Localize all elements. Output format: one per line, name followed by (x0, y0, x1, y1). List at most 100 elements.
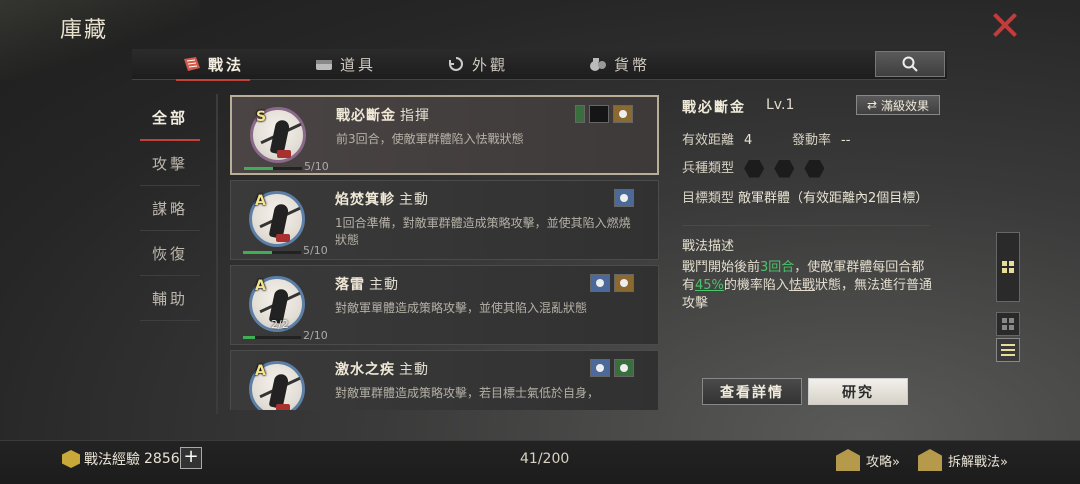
footer-bar: 戰法經驗 2856 + 41/200 攻略» 拆解戰法» (0, 440, 1080, 484)
troop-icon (614, 274, 634, 292)
view-toggle-panel[interactable] (996, 232, 1020, 302)
strategy-guide-link[interactable]: 攻略» (836, 449, 900, 471)
tactic-card[interactable]: A 2/2 2/10 落雷 主動 對敵軍單體造成策略攻擊，並使其陷入混亂狀態 (230, 265, 659, 345)
card-description: 對敵軍群體造成策略攻擊，若目標士氣低於自身， (335, 386, 600, 400)
grade-badge: S (256, 109, 267, 125)
sidebar-item-strategy[interactable]: 謀略 (140, 186, 200, 231)
list-view-button[interactable] (996, 338, 1020, 362)
avatar-count: 2/2 (271, 318, 289, 331)
decompose-icon (918, 449, 942, 471)
card-name: 落雷 (335, 277, 365, 293)
troop-icon (613, 105, 633, 123)
swap-icon: ⇄ (866, 98, 878, 112)
page-title: 庫藏 (60, 18, 109, 43)
grade-badge: A (255, 193, 266, 209)
tactic-card[interactable]: A 5/10 焰焚箕軫 主動 1回合準備，對敵軍群體造成策略攻擊，並使其陷入燃燒狀… (230, 180, 659, 260)
sidebar-item-all[interactable]: 全部 (140, 96, 200, 141)
add-exp-button[interactable]: + (180, 447, 202, 469)
rate-row: 發動率 -- (792, 129, 850, 148)
highlight-rounds: 3回合 (760, 260, 795, 275)
tactic-list[interactable]: S 5/10 戰必斷金 指揮 前3回合，使敵軍群體陷入怯戰狀態 A 5/10 焰焚… (230, 95, 661, 410)
tactic-card[interactable]: A 激水之疾 主動 對敵軍群體造成策略攻擊，若目標士氣低於自身， (230, 350, 659, 410)
guide-icon (836, 449, 860, 471)
study-button[interactable]: 研究 (808, 378, 908, 405)
search-button[interactable] (875, 51, 945, 77)
card-title: 激水之疾 主動 (335, 359, 429, 379)
grade-badge: A (255, 363, 266, 379)
rate-label: 發動率 (792, 133, 832, 148)
troop-icon (590, 274, 610, 292)
rate-value: -- (841, 133, 851, 148)
card-type: 主動 (399, 192, 429, 208)
status-link[interactable]: 怯戰 (789, 278, 815, 293)
troop-icons (590, 359, 634, 377)
close-icon[interactable] (992, 12, 1018, 38)
tab-currency[interactable]: 貨幣 (588, 49, 650, 80)
grid-view-button[interactable] (996, 312, 1020, 336)
tab-label: 貨幣 (614, 55, 651, 74)
exp-value: 2856 (144, 451, 180, 467)
grade-badge: A (255, 278, 266, 294)
tactic-card[interactable]: S 5/10 戰必斷金 指揮 前3回合，使敵軍群體陷入怯戰狀態 (230, 95, 659, 175)
sidebar-item-attack[interactable]: 攻擊 (140, 141, 200, 186)
card-name: 戰必斷金 (336, 108, 396, 124)
troop-icons (614, 189, 634, 207)
decompose-tactic-link[interactable]: 拆解戰法» (918, 449, 1008, 471)
range-label: 有效距離 (682, 133, 735, 148)
sidebar-item-support[interactable]: 輔助 (140, 276, 200, 321)
card-description: 前3回合，使敵軍群體陷入怯戰狀態 (336, 132, 524, 146)
max-level-label: 滿級效果 (881, 98, 930, 113)
max-level-button[interactable]: ⇄ 滿級效果 (856, 95, 940, 115)
troop-label: 兵種類型 (682, 161, 735, 176)
cavalry-icon (744, 159, 765, 178)
view-details-button[interactable]: 查看詳情 (702, 378, 802, 405)
description-text: 戰鬥開始後前3回合，使敵軍群體每回合都有45%的機率陷入怯戰狀態，無法進行普通攻… (682, 260, 932, 311)
tab-items[interactable]: 道具 (314, 49, 376, 80)
grid-view-icon (1002, 318, 1014, 330)
shield-icon (774, 159, 795, 178)
coin-bag-icon (590, 58, 607, 71)
grid-icon (1002, 261, 1014, 273)
tab-bar: 戰法 道具 外觀 貨幣 (132, 49, 947, 81)
target-row: 目標類型 敵軍群體（有效距離內2個目標） (682, 187, 928, 206)
exp-display: 戰法經驗 2856 (62, 449, 180, 469)
range-row: 有效距離 4 (682, 129, 752, 148)
capacity-count: 41/200 (520, 451, 570, 467)
troop-icon (614, 189, 634, 207)
card-count: 5/10 (303, 244, 328, 257)
troop-icon (589, 105, 609, 123)
tab-label: 外觀 (472, 55, 509, 74)
sidebar-item-recovery[interactable]: 恢復 (140, 231, 200, 276)
tab-appearance[interactable]: 外觀 (446, 49, 508, 80)
detail-level: Lv.1 (766, 97, 795, 113)
tab-label: 道具 (340, 55, 377, 74)
card-type: 主動 (369, 277, 399, 293)
troop-icons (590, 274, 634, 292)
card-count: 2/10 (303, 329, 328, 342)
sidebar-divider (216, 94, 218, 414)
description-title: 戰法描述 (682, 239, 735, 254)
card-name: 焰焚箕軫 (335, 192, 395, 208)
exp-label: 戰法經驗 (84, 452, 140, 468)
progress-bar (243, 336, 301, 339)
target-label: 目標類型 (682, 191, 735, 206)
swirl-icon (449, 57, 463, 71)
bow-icon (804, 159, 825, 178)
detail-name: 戰必斷金 (682, 100, 746, 116)
card-description: 對敵軍單體造成策略攻擊，並使其陷入混亂狀態 (335, 301, 588, 315)
troop-icon (575, 105, 585, 123)
range-value: 4 (744, 133, 753, 148)
troop-row: 兵種類型 (682, 157, 825, 178)
troop-icon (614, 359, 634, 377)
chest-icon (316, 60, 333, 70)
tab-tactics[interactable]: 戰法 (175, 49, 251, 81)
troop-icons (575, 105, 633, 123)
card-name: 激水之疾 (335, 362, 395, 378)
card-type: 指揮 (400, 108, 430, 124)
strategy-label: 攻略» (866, 454, 900, 470)
category-sidebar: 全部 攻擊 謀略 恢復 輔助 (140, 96, 200, 321)
card-description: 1回合準備，對敵軍群體造成策略攻擊，並使其陷入燃燒狀態 (335, 216, 631, 247)
decompose-label: 拆解戰法» (948, 454, 1008, 470)
troop-icon (590, 359, 610, 377)
scroll-icon (184, 57, 200, 71)
